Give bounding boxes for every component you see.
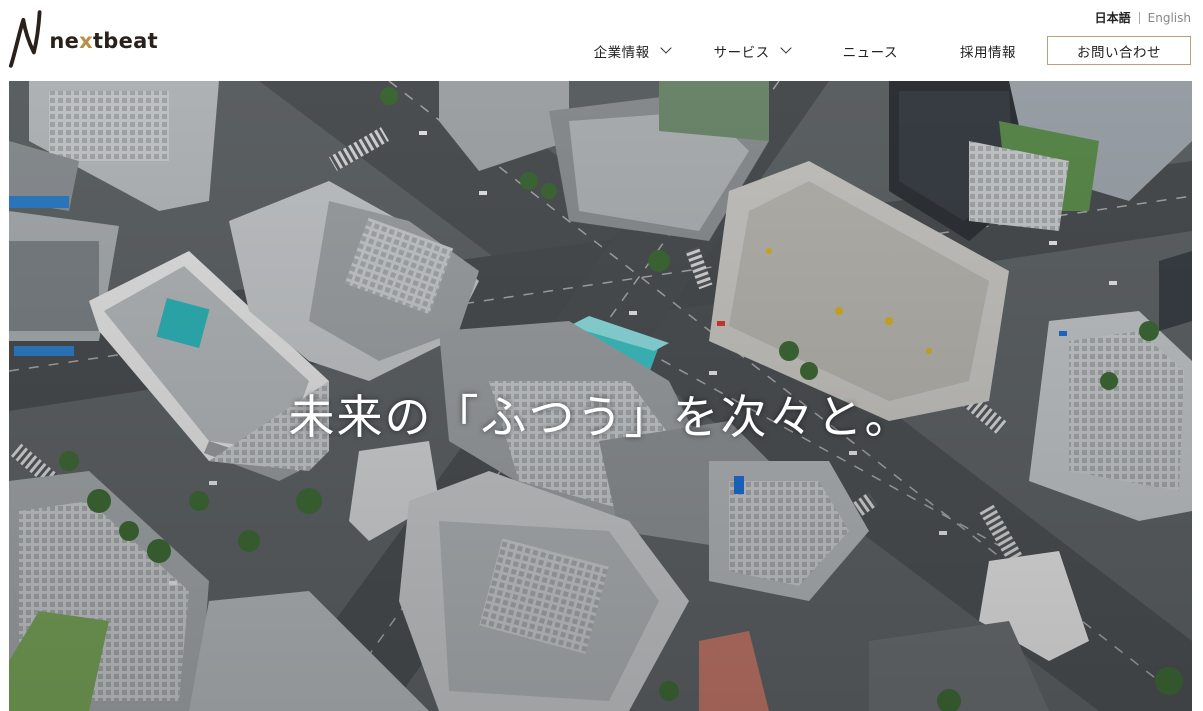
site-header: nextbeat 日本語 English 企業情報 サービス ニュース 採用情報… (0, 0, 1203, 81)
lang-english-link[interactable]: English (1148, 11, 1191, 25)
lang-divider (1138, 11, 1140, 24)
logo-n-mark-icon (8, 10, 42, 68)
hero-section: 未来の「ふつう」を次々と。 (9, 81, 1192, 711)
lang-japanese-link[interactable]: 日本語 (1095, 9, 1131, 26)
nav-item-service[interactable]: サービス (713, 41, 792, 61)
chevron-down-icon (780, 42, 792, 54)
hero-title: 未来の「ふつう」を次々と。 (288, 390, 913, 444)
nav-recruit-label: 採用情報 (960, 44, 1016, 61)
nav-item-company[interactable]: 企業情報 (593, 41, 672, 61)
nav-item-news[interactable]: ニュース (843, 41, 898, 61)
nextbeat-logo[interactable]: nextbeat (8, 9, 158, 69)
language-switcher: 日本語 English (1095, 9, 1191, 26)
contact-button[interactable]: お問い合わせ (1047, 36, 1191, 65)
nav-company-label: 企業情報 (593, 44, 650, 61)
nav-news-label: ニュース (842, 44, 898, 61)
chevron-down-icon (660, 42, 672, 54)
main-nav: 企業情報 サービス ニュース 採用情報 お問い合わせ (594, 35, 1191, 66)
logo-wordmark: nextbeat (49, 29, 158, 53)
nav-item-recruit[interactable]: 採用情報 (960, 41, 1016, 61)
nav-service-label: サービス (713, 44, 770, 61)
